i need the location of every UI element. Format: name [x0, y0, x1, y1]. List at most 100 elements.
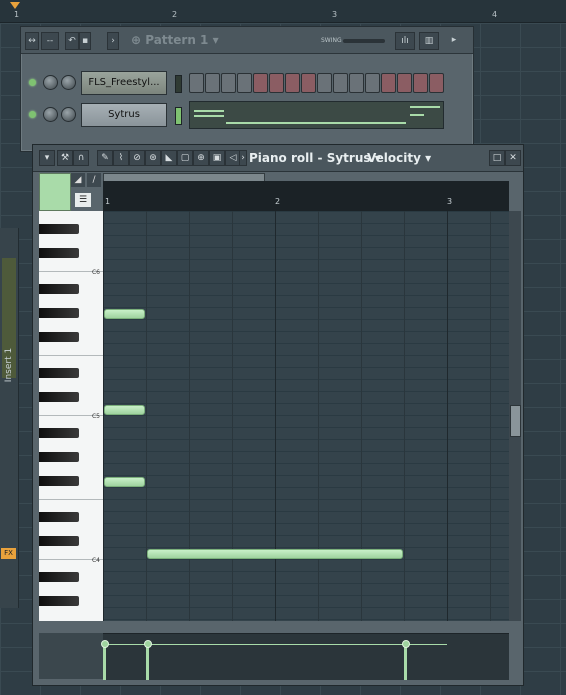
ruler-bar-1: 1 [105, 197, 111, 206]
key-color-swatch[interactable] [39, 173, 71, 211]
channel-mute-led[interactable] [29, 79, 36, 86]
resize-icon[interactable]: ↔ [25, 32, 39, 50]
playback-icon[interactable]: ▣ [209, 150, 225, 166]
step-button[interactable] [333, 73, 348, 93]
black-key[interactable] [39, 512, 79, 522]
note-grid[interactable] [103, 211, 509, 621]
piano-roll-window: ▾ ⚒ ∩ ✎ ⌇ ⊘ ⊛ ◣ ▢ ⊕ ▣ ◁ › Piano roll - S… [32, 144, 524, 686]
note[interactable] [104, 477, 145, 487]
step-button[interactable] [237, 73, 252, 93]
playlist-bar-3: 3 [332, 10, 338, 19]
pencil-icon[interactable]: ✎ [97, 150, 113, 166]
black-key[interactable] [39, 332, 79, 342]
velocity-handle[interactable] [101, 640, 109, 648]
select-icon[interactable]: ▢ [177, 150, 193, 166]
delete-icon[interactable]: ⊘ [129, 150, 145, 166]
undo-icon[interactable]: ↶ [65, 32, 79, 50]
black-key[interactable] [39, 392, 79, 402]
step-button[interactable] [269, 73, 284, 93]
channel-mute-led[interactable] [29, 111, 36, 118]
black-key[interactable] [39, 596, 79, 606]
step-button[interactable] [285, 73, 300, 93]
pan-knob[interactable] [43, 75, 58, 90]
channel-name-button[interactable]: FLS_Freestyl... [81, 71, 167, 95]
key-label-c5: C5 [91, 413, 100, 420]
brush-icon[interactable]: ⌇ [113, 150, 129, 166]
channel-select-indicator[interactable] [175, 107, 182, 125]
velocity-bar[interactable] [404, 644, 407, 680]
piano-roll-ruler[interactable]: 1 2 3 [103, 181, 509, 211]
black-key[interactable] [39, 248, 79, 258]
black-key[interactable] [39, 284, 79, 294]
velocity-handle[interactable] [402, 640, 410, 648]
piano-keyboard[interactable]: C6 C5 C4 [39, 211, 103, 621]
black-key[interactable] [39, 224, 79, 234]
note[interactable] [104, 405, 145, 415]
sequencer-mini-view[interactable] [189, 101, 444, 129]
velocity-handle[interactable] [144, 640, 152, 648]
step-button[interactable] [397, 73, 412, 93]
velocity-selector[interactable]: Velocity ▾ [367, 151, 431, 165]
close-icon[interactable]: ✕ [505, 150, 521, 166]
step-button[interactable] [317, 73, 332, 93]
magnet-icon[interactable]: ∩ [73, 150, 89, 166]
close-icon[interactable]: ▸ [449, 32, 459, 48]
pan-knob[interactable] [43, 107, 58, 122]
note[interactable] [104, 309, 145, 319]
maximize-icon[interactable]: □ [489, 150, 505, 166]
black-key[interactable] [39, 452, 79, 462]
collapse-button[interactable]: -- [41, 32, 59, 50]
volume-knob[interactable] [61, 75, 76, 90]
velocity-panel[interactable] [101, 633, 509, 680]
piano-roll-title[interactable]: Piano roll - Sytrus ▾ [249, 151, 381, 165]
channel-select-indicator[interactable] [175, 75, 182, 93]
step-button[interactable] [205, 73, 220, 93]
step-button[interactable] [189, 73, 204, 93]
keyboard-icon[interactable]: ▥ [419, 32, 439, 50]
slide-icon[interactable]: ◢ [71, 173, 85, 187]
step-button[interactable] [365, 73, 380, 93]
insert-label: Insert 1 [4, 347, 15, 383]
graph-editor-icon[interactable]: ılı [395, 32, 415, 50]
scroll-thumb[interactable] [510, 405, 521, 437]
black-key[interactable] [39, 428, 79, 438]
black-key[interactable] [39, 476, 79, 486]
step-button[interactable] [381, 73, 396, 93]
black-key[interactable] [39, 572, 79, 582]
velocity-bar[interactable] [103, 644, 106, 680]
playhead-marker-icon[interactable] [10, 2, 20, 9]
channel-rack-toolbar: ↔ -- ↶ ▪ › ⊕ Pattern 1 ▾ SWING ılı ▥ ▸ [21, 27, 473, 54]
zoom-icon[interactable]: ⊕ [193, 150, 209, 166]
step-button[interactable] [413, 73, 428, 93]
graph-icon[interactable]: ▪ [79, 32, 91, 50]
vertical-scrollbar[interactable] [509, 211, 521, 621]
stamp-icon[interactable]: ☰ [75, 193, 91, 207]
black-key[interactable] [39, 308, 79, 318]
step-button[interactable] [253, 73, 268, 93]
expand-arrow-icon[interactable]: › [239, 150, 247, 166]
step-button[interactable] [301, 73, 316, 93]
step-button[interactable] [221, 73, 236, 93]
mute-icon[interactable]: ⊛ [145, 150, 161, 166]
step-button[interactable] [349, 73, 364, 93]
swing-slider[interactable] [343, 39, 385, 43]
pattern-selector[interactable]: ⊕ Pattern 1 ▾ [131, 33, 219, 47]
note[interactable] [147, 549, 403, 559]
event-panel-label [39, 633, 103, 679]
key-divider [39, 355, 103, 356]
playlist-ruler[interactable]: 1 2 3 4 [0, 0, 566, 23]
swing-label: SWING [321, 37, 342, 44]
arrow-icon[interactable]: › [107, 32, 119, 50]
channel-name-button[interactable]: Sytrus [81, 103, 167, 127]
volume-knob[interactable] [61, 107, 76, 122]
portamento-icon[interactable]: / [87, 173, 101, 187]
black-key[interactable] [39, 368, 79, 378]
slice-icon[interactable]: ◣ [161, 150, 177, 166]
fx-button[interactable]: FX [1, 548, 16, 559]
menu-arrow-icon[interactable]: ▾ [39, 150, 55, 166]
wrench-icon[interactable]: ⚒ [57, 150, 73, 166]
step-button[interactable] [429, 73, 444, 93]
black-key[interactable] [39, 536, 79, 546]
velocity-bar[interactable] [146, 644, 149, 680]
key-label-c6: C6 [91, 269, 100, 276]
